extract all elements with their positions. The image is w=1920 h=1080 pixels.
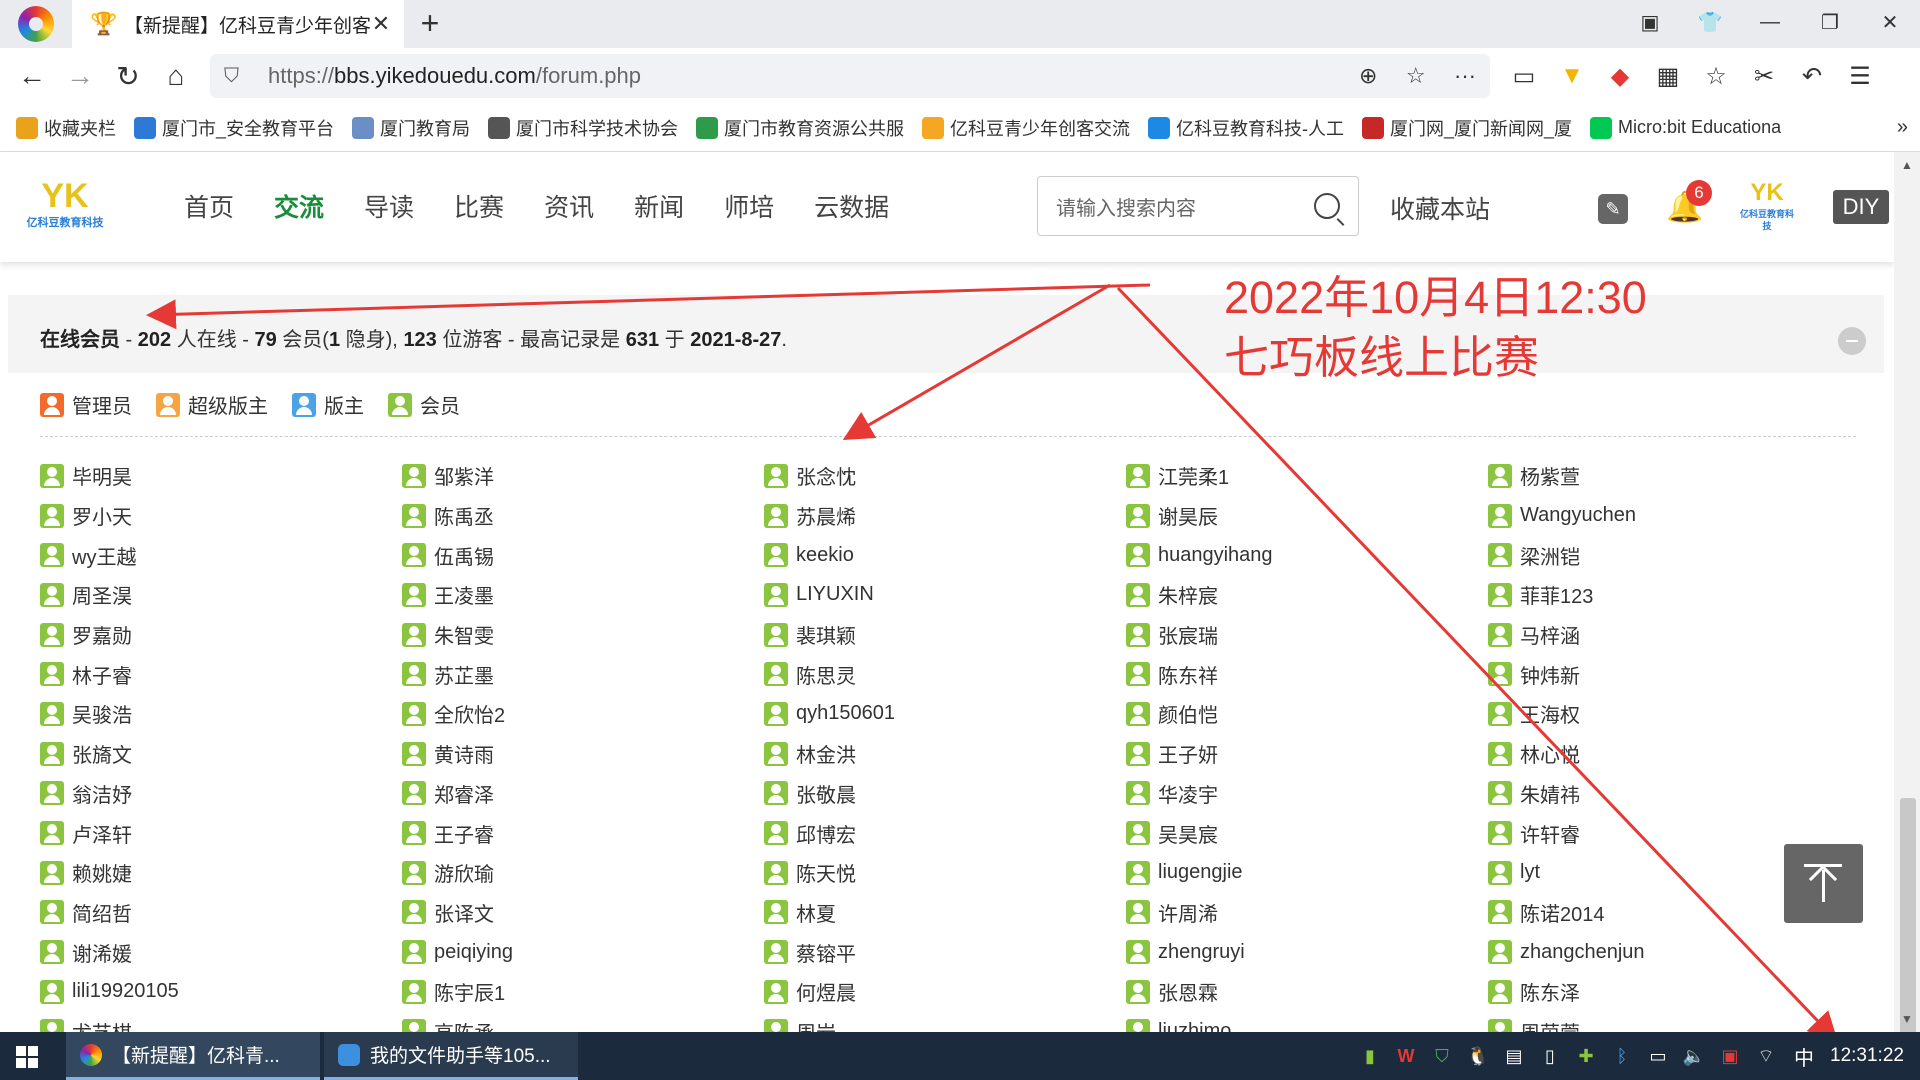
alert-icon[interactable]: ▣ (1712, 1046, 1748, 1067)
annotation-arrows (146, 283, 1839, 1032)
ime-indicator[interactable]: 中 (1784, 1042, 1824, 1071)
taskbar-app2-label: 我的文件助手等105... (370, 1046, 551, 1067)
volume-icon[interactable]: 🔈 (1676, 1046, 1712, 1067)
annotation-text: 2022年10月4日12:30 七巧板线上比赛 (1224, 268, 1647, 388)
power-icon[interactable]: ▭ (1640, 1046, 1676, 1067)
system-tray: ▮ W ⛉ 🐧 ▤ ▯ ✚ ᛒ ▭ 🔈 ▣ ⌔ 中 12:31:22 (1352, 1032, 1920, 1080)
arrow-to-clock (1116, 286, 1839, 1032)
security-shield-icon[interactable]: ⛉ (1424, 1046, 1460, 1067)
annotation-date: 2022年10月4日12:30 (1224, 272, 1647, 323)
taskbar: 【新提醒】亿科青... 我的文件助手等105... ▮ W ⛉ 🐧 ▤ ▯ ✚ … (0, 1032, 1920, 1080)
annotation-event: 七巧板线上比赛 (1224, 332, 1540, 383)
arrow-to-online-label (146, 283, 1151, 330)
wifi-icon[interactable]: ⌔ (1748, 1045, 1784, 1068)
taskbar-app-browser[interactable]: 【新提醒】亿科青... (66, 1032, 320, 1080)
page-scrollbar[interactable]: ▲ ▼ (1894, 152, 1920, 1080)
back-to-top-button[interactable] (1784, 844, 1863, 923)
bluetooth-icon[interactable]: ᛒ (1604, 1046, 1640, 1067)
scroll-up-icon[interactable]: ▲ (1894, 158, 1920, 172)
clock[interactable]: 12:31:22 (1824, 1045, 1920, 1067)
arrow-to-member-list (842, 283, 1111, 441)
wps-icon[interactable]: W (1388, 1046, 1424, 1067)
usb-icon[interactable]: ▯ (1532, 1046, 1568, 1067)
plus-tray-icon[interactable]: ✚ (1568, 1046, 1604, 1067)
windows-start-icon[interactable] (0, 1032, 56, 1080)
bookmarks-overflow-icon[interactable]: » (1897, 116, 1908, 139)
disk-icon[interactable]: ▤ (1496, 1046, 1532, 1067)
battery-tray-icon[interactable]: ▮ (1352, 1046, 1388, 1067)
arrow-up-icon (1808, 864, 1838, 894)
qq-icon[interactable]: 🐧 (1460, 1046, 1496, 1067)
taskbar-app-files[interactable]: 我的文件助手等105... (324, 1032, 578, 1080)
scroll-down-icon[interactable]: ▼ (1894, 1012, 1920, 1026)
browser-app-icon (80, 1043, 102, 1066)
taskbar-app1-label: 【新提醒】亿科青... (112, 1046, 280, 1067)
file-helper-icon (338, 1043, 360, 1066)
